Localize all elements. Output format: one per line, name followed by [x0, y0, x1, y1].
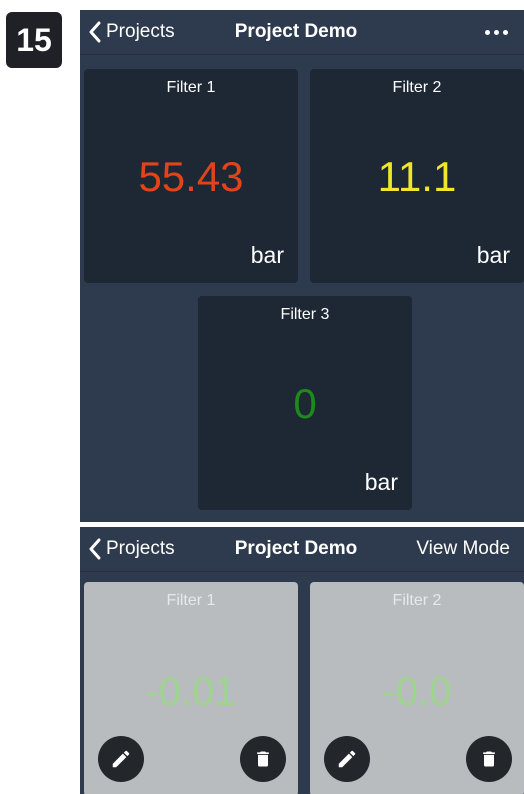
- edit-button[interactable]: [324, 736, 370, 782]
- filter-tile[interactable]: Filter 1 -0.01: [84, 582, 298, 794]
- tile-value: 0: [293, 380, 317, 427]
- back-label: Projects: [106, 21, 175, 42]
- pencil-icon: [338, 750, 356, 768]
- tile-label: Filter 1: [166, 79, 216, 96]
- back-label: Projects: [106, 538, 175, 559]
- trash-icon: [257, 751, 269, 767]
- tile-value: -0.01: [145, 670, 237, 714]
- edit-button[interactable]: [98, 736, 144, 782]
- back-button[interactable]: Projects: [88, 527, 175, 571]
- page-title-text: Project Demo: [234, 538, 358, 559]
- more-dots-icon: [494, 29, 499, 35]
- filter-tile[interactable]: Filter 2 -0.0: [310, 582, 524, 794]
- more-options-button[interactable]: [485, 10, 508, 54]
- tile-unit: bar: [250, 242, 284, 268]
- delete-button[interactable]: [466, 736, 512, 782]
- tile-value: -0.0: [382, 670, 452, 714]
- tile-unit: bar: [476, 242, 510, 268]
- nav-bar: Projects Project Demo: [80, 10, 524, 55]
- back-button[interactable]: Projects: [88, 10, 175, 54]
- dashboard-screen: Projects Project Demo Filter 1 55.43 bar…: [80, 10, 524, 522]
- more-dots-icon: [485, 29, 490, 35]
- page: 15 Projects Project Demo Filter 1 55.43 …: [0, 0, 524, 794]
- chevron-left-icon: [89, 538, 101, 560]
- more-dots-icon: [503, 29, 508, 35]
- tile-label: Filter 2: [392, 79, 442, 96]
- delete-button[interactable]: [240, 736, 286, 782]
- filter-tile[interactable]: Filter 2 11.1 bar: [310, 69, 524, 283]
- filter-tile[interactable]: Filter 1 55.43 bar: [84, 69, 298, 283]
- pencil-icon: [112, 750, 130, 768]
- tile-value: 55.43: [138, 153, 244, 200]
- tile-unit: bar: [364, 469, 398, 495]
- edit-screen: Projects Project Demo View Mode Filter 1…: [80, 527, 524, 794]
- filter-tile[interactable]: Filter 3 0 bar: [198, 296, 412, 510]
- nav-bar: Projects Project Demo View Mode: [80, 527, 524, 572]
- tile-label: Filter 2: [392, 592, 442, 609]
- tile-label: Filter 1: [166, 592, 216, 609]
- trash-icon: [483, 751, 495, 767]
- view-mode-button[interactable]: View Mode: [416, 527, 510, 571]
- tile-label: Filter 3: [280, 306, 330, 323]
- chevron-left-icon: [89, 21, 101, 43]
- step-badge: 15: [6, 12, 62, 68]
- page-title-text: Project Demo: [234, 21, 358, 42]
- tile-value: 11.1: [377, 153, 457, 200]
